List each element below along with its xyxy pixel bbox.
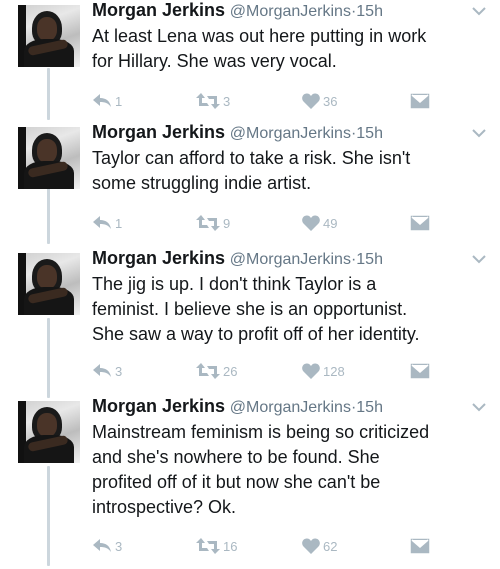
author-handle[interactable]: @MorganJerkins [230,3,351,20]
tweet-text: Mainstream feminism is being so criticiz… [92,420,492,520]
retweet-icon [196,538,220,554]
like-count: 36 [323,93,338,109]
tweet-text-line: for Hillary. She was very vocal. [92,51,337,71]
chevron-down-icon[interactable] [472,254,486,264]
like-count: 49 [323,215,338,231]
tweet-text-line: She saw a way to profit off of her ident… [92,324,420,344]
timestamp[interactable]: 15h [356,3,383,20]
retweet-count: 16 [223,538,238,554]
reply-icon [93,364,111,377]
tweet-header: Morgan Jerkins @MorganJerkins·15h [92,120,383,146]
timestamp[interactable]: 15h [356,251,383,268]
tweet-header: Morgan Jerkins @MorganJerkins·15h [92,0,383,24]
tweet[interactable]: Morgan Jerkins @MorganJerkins·15h The ji… [0,248,500,396]
timestamp[interactable]: 15h [356,399,383,416]
direct-message-button[interactable] [410,213,430,233]
retweet-button[interactable]: 16 [196,536,237,556]
tweet-text-line: feminist. I believe she is an opportunis… [92,299,408,319]
tweet-actions: 1 9 49 [92,213,432,233]
retweet-icon [196,215,220,231]
reply-count: 3 [115,363,123,379]
tweet-text-line: and she's nowhere to be found. She [92,447,380,467]
reply-count: 1 [115,215,123,231]
tweet-text: The jig is up. I don't think Taylor is a… [92,272,492,347]
avatar[interactable] [18,5,80,67]
heart-icon [302,538,320,554]
chevron-down-icon[interactable] [472,402,486,412]
retweet-count: 26 [223,363,238,379]
tweet-text-line: Taylor can afford to take a risk. She is… [92,148,411,168]
like-count: 62 [323,538,338,554]
reply-count: 1 [115,93,123,109]
like-button[interactable]: 62 [302,536,337,556]
retweet-button[interactable]: 9 [196,213,230,233]
reply-icon [93,539,111,552]
retweet-button[interactable]: 3 [196,91,230,111]
tweet-text: At least Lena was out here putting in wo… [92,24,492,74]
avatar[interactable] [18,401,80,463]
chevron-down-icon[interactable] [472,128,486,138]
tweet[interactable]: Morgan Jerkins @MorganJerkins·15h At lea… [0,0,500,120]
direct-message-icon [410,215,430,231]
timestamp[interactable]: 15h [356,125,383,142]
reply-count: 3 [115,538,123,554]
reply-button[interactable]: 1 [92,91,122,111]
tweet-text-line: introspective? Ok. [92,497,237,517]
author-name[interactable]: Morgan Jerkins [92,396,225,416]
direct-message-button[interactable] [410,361,430,381]
tweet-text-line: Mainstream feminism is being so criticiz… [92,422,430,442]
tweet[interactable]: Morgan Jerkins @MorganJerkins·15h Taylor… [0,122,500,244]
tweet-text-line: At least Lena was out here putting in wo… [92,26,427,46]
chevron-down-icon[interactable] [472,6,486,16]
avatar[interactable] [18,127,80,189]
heart-icon [302,363,320,379]
tweet-text: Taylor can afford to take a risk. She is… [92,146,492,196]
author-name[interactable]: Morgan Jerkins [92,0,225,20]
tweet[interactable]: Morgan Jerkins @MorganJerkins·15h Mainst… [0,396,500,569]
like-count: 128 [323,363,345,379]
direct-message-button[interactable] [410,91,430,111]
author-handle[interactable]: @MorganJerkins [230,125,351,142]
tweet-text-line: profited off of it but now she can't be [92,472,381,492]
reply-button[interactable]: 1 [92,213,122,233]
author-handle[interactable]: @MorganJerkins [230,399,351,416]
direct-message-icon [410,538,430,554]
heart-icon [302,215,320,231]
reply-button[interactable]: 3 [92,536,122,556]
heart-icon [302,93,320,109]
retweet-count: 9 [223,215,231,231]
like-button[interactable]: 128 [302,361,345,381]
tweet-actions: 3 16 62 [92,536,432,556]
retweet-icon [196,93,220,109]
tweet-header: Morgan Jerkins @MorganJerkins·15h [92,394,383,420]
retweet-count: 3 [223,93,231,109]
direct-message-icon [410,363,430,379]
reply-icon [93,216,111,229]
tweet-text-line: some struggling indie artist. [92,173,312,193]
avatar[interactable] [18,253,80,315]
retweet-icon [196,363,220,379]
tweet-text-line: The jig is up. I don't think Taylor is a [92,274,377,294]
reply-button[interactable]: 3 [92,361,122,381]
tweet-header: Morgan Jerkins @MorganJerkins·15h [92,246,383,272]
direct-message-button[interactable] [410,536,430,556]
author-handle[interactable]: @MorganJerkins [230,251,351,268]
tweet-actions: 3 26 128 [92,361,432,381]
retweet-button[interactable]: 26 [196,361,237,381]
direct-message-icon [410,93,430,109]
author-name[interactable]: Morgan Jerkins [92,122,225,142]
tweet-actions: 1 3 36 [92,91,432,111]
like-button[interactable]: 49 [302,213,337,233]
author-name[interactable]: Morgan Jerkins [92,248,225,268]
reply-icon [93,94,111,107]
like-button[interactable]: 36 [302,91,337,111]
